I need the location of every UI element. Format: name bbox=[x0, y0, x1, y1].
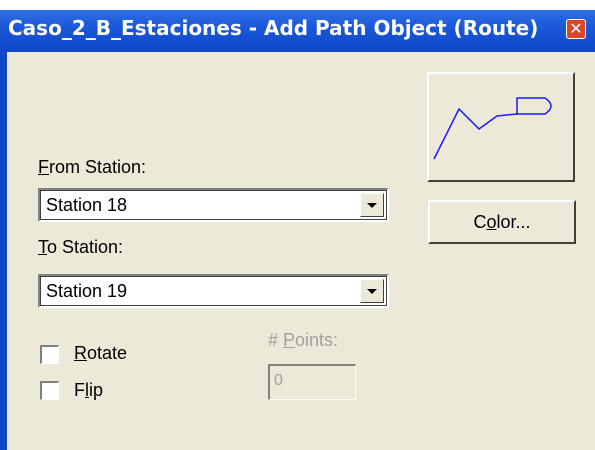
points-label-start: # bbox=[268, 330, 284, 350]
color-mnemonic: o bbox=[486, 212, 497, 232]
to-station-label-rest: o Station: bbox=[47, 237, 124, 257]
window-title: Caso_2_B_Estaciones - Add Path Object (R… bbox=[8, 16, 539, 40]
to-station-value: Station 19 bbox=[46, 281, 128, 301]
from-station-value: Station 18 bbox=[46, 195, 128, 215]
points-label: # Points: bbox=[268, 330, 338, 351]
flip-checkbox[interactable] bbox=[40, 381, 59, 400]
from-station-dropdown-button[interactable] bbox=[360, 193, 384, 217]
title-bar[interactable]: Caso_2_B_Estaciones - Add Path Object (R… bbox=[0, 10, 595, 52]
points-field: 0 bbox=[268, 364, 356, 400]
flip-label-start: F bbox=[74, 380, 85, 400]
color-button-label: Color... bbox=[430, 212, 574, 233]
color-label-rest: lor... bbox=[496, 212, 531, 232]
route-preview-icon bbox=[433, 97, 552, 160]
to-station-dropdown-button[interactable] bbox=[360, 279, 384, 303]
rotate-mnemonic: R bbox=[74, 343, 87, 363]
from-station-label-rest: rom Station: bbox=[49, 157, 147, 177]
close-button[interactable]: ✕ bbox=[566, 19, 586, 39]
to-station-mnemonic: T bbox=[38, 237, 47, 257]
color-label-start: C bbox=[473, 212, 487, 232]
to-station-select[interactable]: Station 19 bbox=[38, 274, 389, 308]
from-station-select[interactable]: Station 18 bbox=[38, 188, 389, 222]
flip-label-rest: ip bbox=[89, 380, 104, 400]
route-path-line bbox=[433, 107, 518, 160]
route-endpoint-shape bbox=[516, 97, 552, 115]
from-station-label: From Station: bbox=[38, 157, 146, 178]
points-label-rest: oints: bbox=[295, 330, 339, 350]
window-left-border bbox=[0, 52, 7, 450]
rotate-checkbox[interactable] bbox=[40, 345, 59, 364]
from-station-mnemonic: F bbox=[38, 157, 49, 177]
color-button[interactable]: Color... bbox=[428, 200, 576, 244]
to-station-label: To Station: bbox=[38, 237, 123, 258]
route-preview-button[interactable] bbox=[427, 72, 575, 182]
flip-label[interactable]: Flip bbox=[74, 380, 103, 401]
close-icon: ✕ bbox=[569, 19, 583, 38]
rotate-label-rest: otate bbox=[87, 343, 128, 363]
points-mnemonic: P bbox=[283, 330, 296, 350]
rotate-label[interactable]: Rotate bbox=[74, 343, 127, 364]
dialog-window: Caso_2_B_Estaciones - Add Path Object (R… bbox=[0, 0, 595, 450]
points-value: 0 bbox=[274, 372, 283, 389]
